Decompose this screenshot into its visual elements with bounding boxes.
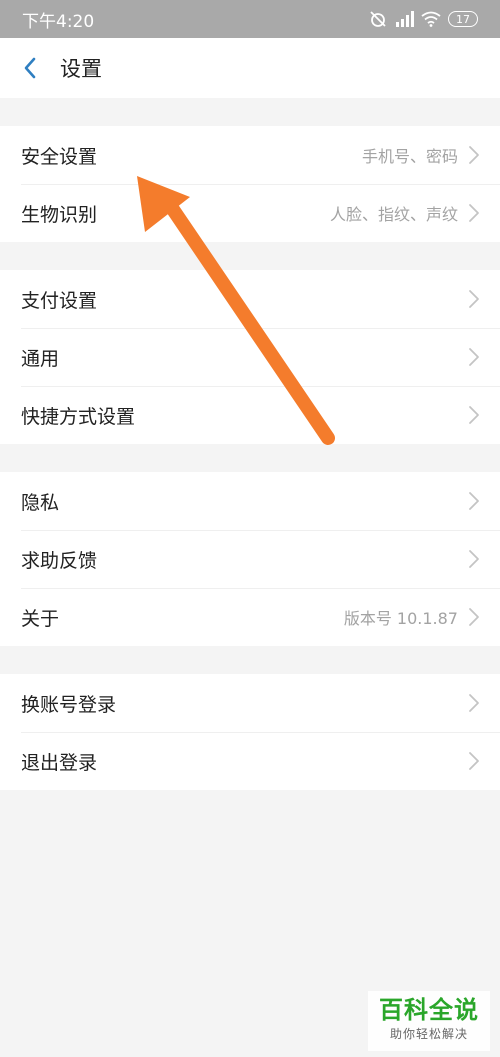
settings-row-label: 通用 [21,347,60,370]
settings-row-label: 换账号登录 [21,693,117,716]
settings-row[interactable]: 快捷方式设置 [0,386,500,444]
settings-row[interactable]: 求助反馈 [0,530,500,588]
settings-row-label: 退出登录 [21,751,98,774]
settings-row-label: 关于 [21,607,60,630]
settings-row[interactable]: 退出登录 [0,732,500,790]
settings-row-right [468,491,480,511]
header: 设置 [0,38,500,98]
watermark-title: 百科全说 [379,996,479,1024]
settings-row-right [468,693,480,713]
signal-icon [396,11,414,27]
settings-row[interactable]: 隐私 [0,472,500,530]
settings-row[interactable]: 支付设置 [0,270,500,328]
settings-row[interactable]: 换账号登录 [0,674,500,732]
settings-row-label: 求助反馈 [21,549,98,572]
settings-group: 换账号登录 退出登录 [0,674,500,790]
settings-row-value: 人脸、指纹、声纹 [329,205,458,224]
back-icon[interactable] [18,56,42,80]
chevron-right-icon [469,348,479,366]
settings-row[interactable]: 安全设置 手机号、密码 [0,126,500,184]
chevron-right-icon [469,204,479,222]
settings-row-label: 生物识别 [21,203,98,226]
status-bar: 下午4:20 17 [0,0,500,38]
settings-row-value: 版本号 10.1.87 [343,609,458,628]
chevron-right-icon [469,406,479,424]
settings-row-right: 人脸、指纹、声纹 [330,201,480,225]
settings-row-right: 版本号 10.1.87 [344,605,480,629]
settings-group: 支付设置通用快捷方式设置 [0,270,500,444]
settings-row-label: 安全设置 [21,145,98,168]
settings-group: 隐私求助反馈关于 版本号 10.1.87 [0,472,500,646]
settings-row-label: 快捷方式设置 [21,405,136,428]
chevron-right-icon [469,608,479,626]
chevron-right-icon [469,492,479,510]
chevron-right-icon [469,146,479,164]
wifi-icon [421,11,441,27]
alarm-off-icon [370,11,386,27]
settings-row[interactable]: 生物识别 人脸、指纹、声纹 [0,184,500,242]
settings-row-label: 支付设置 [21,289,98,312]
settings-row-right [468,347,480,367]
settings-row-label: 隐私 [21,491,60,514]
chevron-right-icon [469,290,479,308]
page-title: 设置 [60,57,102,81]
status-icons: 17 [369,10,478,28]
chevron-right-icon [469,550,479,568]
settings-row-right [468,405,480,425]
settings-row-right [468,289,480,309]
battery-level: 17 [456,12,470,26]
settings-row-right [468,751,480,771]
chevron-right-icon [469,694,479,712]
battery-icon: 17 [448,11,478,27]
settings-list: 安全设置 手机号、密码生物识别 人脸、指纹、声纹支付设置通用快捷方式设置 隐私求助反馈… [0,98,500,790]
settings-group: 安全设置 手机号、密码生物识别 人脸、指纹、声纹 [0,126,500,242]
settings-row-right [468,549,480,569]
status-time: 下午4:20 [22,11,95,32]
watermark: 百科全说 助你轻松解决 [368,991,490,1051]
settings-row[interactable]: 关于 版本号 10.1.87 [0,588,500,646]
watermark-subtitle: 助你轻松解决 [389,1027,468,1041]
settings-row[interactable]: 通用 [0,328,500,386]
settings-row-right: 手机号、密码 [362,143,480,167]
settings-row-value: 手机号、密码 [361,147,458,166]
chevron-right-icon [469,752,479,770]
